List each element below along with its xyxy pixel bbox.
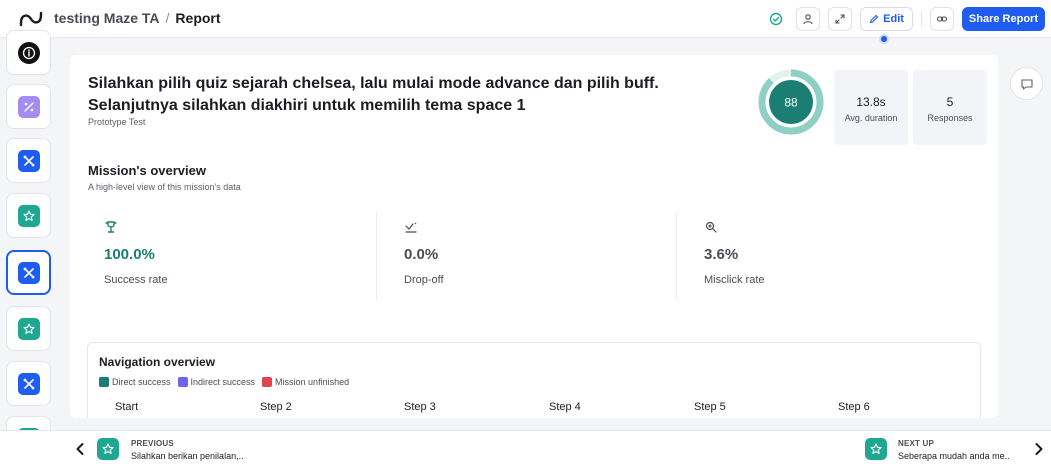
navigation-legend: Direct success Indirect success Mission …	[99, 377, 349, 387]
avg-duration-stat: 13.8s Avg. duration	[834, 70, 908, 145]
success-rate-label: Success rate	[104, 274, 168, 286]
block-type: Prototype Test	[88, 117, 146, 127]
notification-dot	[879, 34, 890, 44]
previous-block-link[interactable]: Silahkan berikan penilalan,..	[131, 451, 244, 461]
legend-label: Mission unfinished	[275, 377, 350, 387]
sidebar-item-rating-1[interactable]	[6, 193, 51, 238]
blocks-sidebar	[0, 30, 58, 461]
block-title: Silahkan pilih quiz sejarah chelsea, lal…	[88, 75, 659, 114]
legend-swatch	[177, 377, 188, 387]
user-icon	[803, 14, 813, 25]
drop-off-metric: 0.0% Drop-off	[388, 212, 688, 300]
star-icon	[17, 204, 40, 227]
step-3: Step 3	[404, 401, 436, 413]
copy-link-button[interactable]	[929, 7, 954, 31]
breadcrumb-project[interactable]: testing Maze TA	[54, 10, 160, 26]
previous-heading: PREVIOUS	[131, 439, 174, 448]
legend-swatch	[262, 377, 273, 387]
mission-icon	[17, 149, 40, 172]
link-icon	[936, 16, 947, 22]
mission-icon	[17, 261, 40, 284]
share-report-button[interactable]: Share Report	[961, 7, 1045, 31]
comment-icon	[1020, 78, 1033, 90]
success-rate-value: 100.0%	[104, 246, 155, 263]
sidebar-item-mission-2[interactable]	[6, 361, 51, 406]
edit-button-label: Edit	[883, 13, 904, 25]
drop-off-icon	[405, 222, 417, 233]
next-arrow-button[interactable]	[1031, 440, 1047, 458]
trophy-icon	[105, 221, 117, 233]
responses-value: 5	[946, 95, 954, 109]
drop-off-value: 0.0%	[404, 246, 439, 263]
mission-overview-subtitle: A high-level view of this mission's data	[88, 182, 241, 192]
star-icon	[865, 438, 887, 460]
legend-direct-success[interactable]: Direct success	[99, 377, 171, 387]
responses-stat: 5 Responses	[913, 70, 987, 145]
sidebar-item-info[interactable]	[6, 30, 51, 75]
bottom-navigation: PREVIOUS Silahkan berikan penilalan,.. N…	[0, 430, 1051, 466]
success-rate-metric: 100.0% Success rate	[88, 212, 388, 300]
expand-icon	[835, 14, 845, 24]
comment-button[interactable]	[1010, 67, 1043, 100]
navigation-overview-title: Navigation overview	[99, 355, 216, 369]
avg-duration-value: 13.8s	[856, 95, 886, 109]
legend-swatch	[99, 377, 109, 387]
legend-label: Direct success	[112, 377, 171, 387]
metric-divider	[676, 212, 677, 300]
sidebar-item-percent[interactable]	[6, 84, 51, 129]
step-5: Step 5	[694, 401, 726, 413]
drop-off-label: Drop-off	[404, 274, 444, 286]
usability-score-ring: 88	[758, 69, 824, 135]
sidebar-item-rating-2[interactable]	[6, 306, 51, 351]
step-4: Step 4	[549, 401, 581, 413]
mission-icon	[17, 372, 40, 395]
mission-overview-title: Mission's overview	[88, 163, 206, 178]
top-bar: testing Maze TA / Report Edit Share Repo…	[0, 0, 1051, 44]
metric-divider	[376, 212, 377, 300]
chevron-left-icon	[76, 443, 84, 455]
legend-indirect-success[interactable]: Indirect success	[177, 377, 256, 387]
misclick-icon	[705, 221, 717, 233]
info-icon	[17, 41, 40, 64]
misclick-rate-metric: 3.6% Misclick rate	[688, 212, 988, 300]
toolbar-divider	[920, 11, 922, 27]
maze-logo-icon[interactable]	[18, 10, 44, 28]
star-icon	[97, 438, 119, 460]
breadcrumb-separator: /	[165, 10, 170, 26]
step-6: Step 6	[838, 401, 870, 413]
pencil-icon	[869, 14, 879, 24]
expand-button[interactable]	[828, 7, 853, 31]
misclick-rate-label: Misclick rate	[704, 274, 765, 286]
step-2: Step 2	[260, 401, 292, 413]
previous-arrow-button[interactable]	[72, 440, 88, 458]
report-card: Silahkan pilih quiz sejarah chelsea, lal…	[70, 55, 998, 418]
legend-label: Indirect success	[190, 377, 256, 387]
chevron-right-icon	[1035, 443, 1043, 455]
star-icon	[17, 317, 40, 340]
status-check-icon[interactable]	[764, 7, 788, 31]
edit-button[interactable]: Edit	[860, 7, 913, 44]
usability-score-value: 88	[784, 96, 798, 110]
sidebar-item-mission-active[interactable]	[6, 250, 51, 295]
navigation-overview: Navigation overview Direct success Indir…	[87, 342, 981, 418]
step-start: Start	[115, 401, 139, 413]
percent-icon	[17, 95, 40, 118]
legend-mission-unfinished[interactable]: Mission unfinished	[262, 377, 349, 387]
toolbar: Edit Share Report	[764, 6, 1045, 44]
participants-button[interactable]	[796, 7, 821, 31]
misclick-rate-value: 3.6%	[704, 246, 739, 263]
next-block-link[interactable]: Seberapa mudah anda me..	[898, 451, 1010, 461]
page-title: Report	[175, 10, 221, 26]
responses-label: Responses	[927, 113, 973, 123]
breadcrumb: testing Maze TA / Report	[54, 10, 221, 26]
sidebar-item-mission-1[interactable]	[6, 138, 51, 183]
next-heading: NEXT UP	[898, 439, 935, 448]
avg-duration-label: Avg. duration	[844, 113, 898, 123]
